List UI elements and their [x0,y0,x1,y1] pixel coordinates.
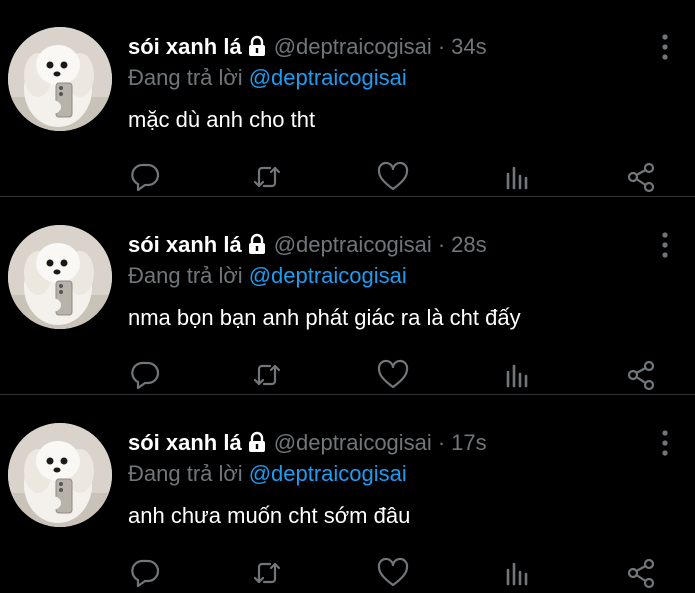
reply-button[interactable] [128,556,162,590]
view-stats-button[interactable] [502,160,536,194]
view-stats-button[interactable] [502,358,536,392]
share-icon [627,558,655,589]
avatar[interactable] [8,225,112,329]
more-vertical-icon [662,232,668,258]
lock-icon [246,233,268,255]
retweet-button[interactable] [250,358,284,392]
heart-icon [377,359,409,389]
tweet-header: sói xanh lá @deptraicogisai · 34s [128,32,487,62]
share-button[interactable] [624,358,658,392]
tweet-text: mặc dù anh cho tht [128,107,316,132]
tweet-header: sói xanh lá @deptraicogisai · 28s [128,230,487,260]
share-icon [627,360,655,391]
display-name[interactable]: sói xanh lá [128,34,242,59]
tweet-2[interactable]: sói xanh lá @deptraicogisai · 28s Đang trả … [0,198,695,395]
retweet-button[interactable] [250,160,284,194]
user-handle[interactable]: @deptraicogisai [274,430,432,455]
avatar[interactable] [8,423,112,527]
mention-link[interactable]: @deptraicogisai [249,263,407,288]
tweet-actions [0,556,695,590]
view-stats-button[interactable] [502,556,536,590]
more-vertical-icon [662,34,668,60]
share-button[interactable] [624,556,658,590]
timestamp[interactable]: 34s [451,34,486,59]
replying-to: Đang trả lời @deptraicogisai [128,63,407,93]
avatar[interactable] [8,27,112,131]
tweet-header: sói xanh lá @deptraicogisai · 17s [128,428,487,458]
heart-icon [377,161,409,191]
reply-icon [131,559,160,588]
like-button[interactable] [376,160,410,194]
separator-dot: · [437,232,446,257]
display-name[interactable]: sói xanh lá [128,232,242,257]
reply-icon [131,361,160,390]
more-options-button[interactable] [654,429,676,457]
stats-icon [506,364,528,388]
replying-to: Đang trả lời @deptraicogisai [128,459,407,489]
display-name[interactable]: sói xanh lá [128,430,242,455]
replying-to: Đang trả lời @deptraicogisai [128,261,407,291]
timestamp[interactable]: 17s [451,430,486,455]
tweet-text: anh chưa muốn cht sớm đâu [128,503,411,528]
stats-icon [506,166,528,190]
stats-icon [506,562,528,586]
reply-button[interactable] [128,160,162,194]
retweet-icon [253,364,281,386]
reply-icon [131,163,160,192]
separator-dot: · [437,430,446,455]
share-icon [627,162,655,193]
reply-button[interactable] [128,358,162,392]
replying-to-label: Đang trả lời [128,461,243,486]
separator-dot: · [437,34,446,59]
mention-link[interactable]: @deptraicogisai [249,65,407,90]
like-button[interactable] [376,556,410,590]
share-button[interactable] [624,160,658,194]
user-handle[interactable]: @deptraicogisai [274,34,432,59]
tweet-actions [0,358,695,392]
retweet-icon [253,166,281,188]
tweet-actions [0,160,695,194]
lock-icon [246,431,268,453]
mention-link[interactable]: @deptraicogisai [249,461,407,486]
more-options-button[interactable] [654,33,676,61]
more-vertical-icon [662,430,668,456]
retweet-button[interactable] [250,556,284,590]
more-options-button[interactable] [654,231,676,259]
replying-to-label: Đang trả lời [128,263,243,288]
tweet-3[interactable]: sói xanh lá @deptraicogisai · 17s Đang trả … [0,396,695,593]
tweet-text: nma bọn bạn anh phát giác ra là cht đấy [128,305,521,330]
tweet-1[interactable]: sói xanh lá @deptraicogisai · 34s Đang trả … [0,0,695,197]
heart-icon [377,557,409,587]
user-handle[interactable]: @deptraicogisai [274,232,432,257]
timestamp[interactable]: 28s [451,232,486,257]
lock-icon [246,35,268,57]
like-button[interactable] [376,358,410,392]
replying-to-label: Đang trả lời [128,65,243,90]
retweet-icon [253,562,281,584]
